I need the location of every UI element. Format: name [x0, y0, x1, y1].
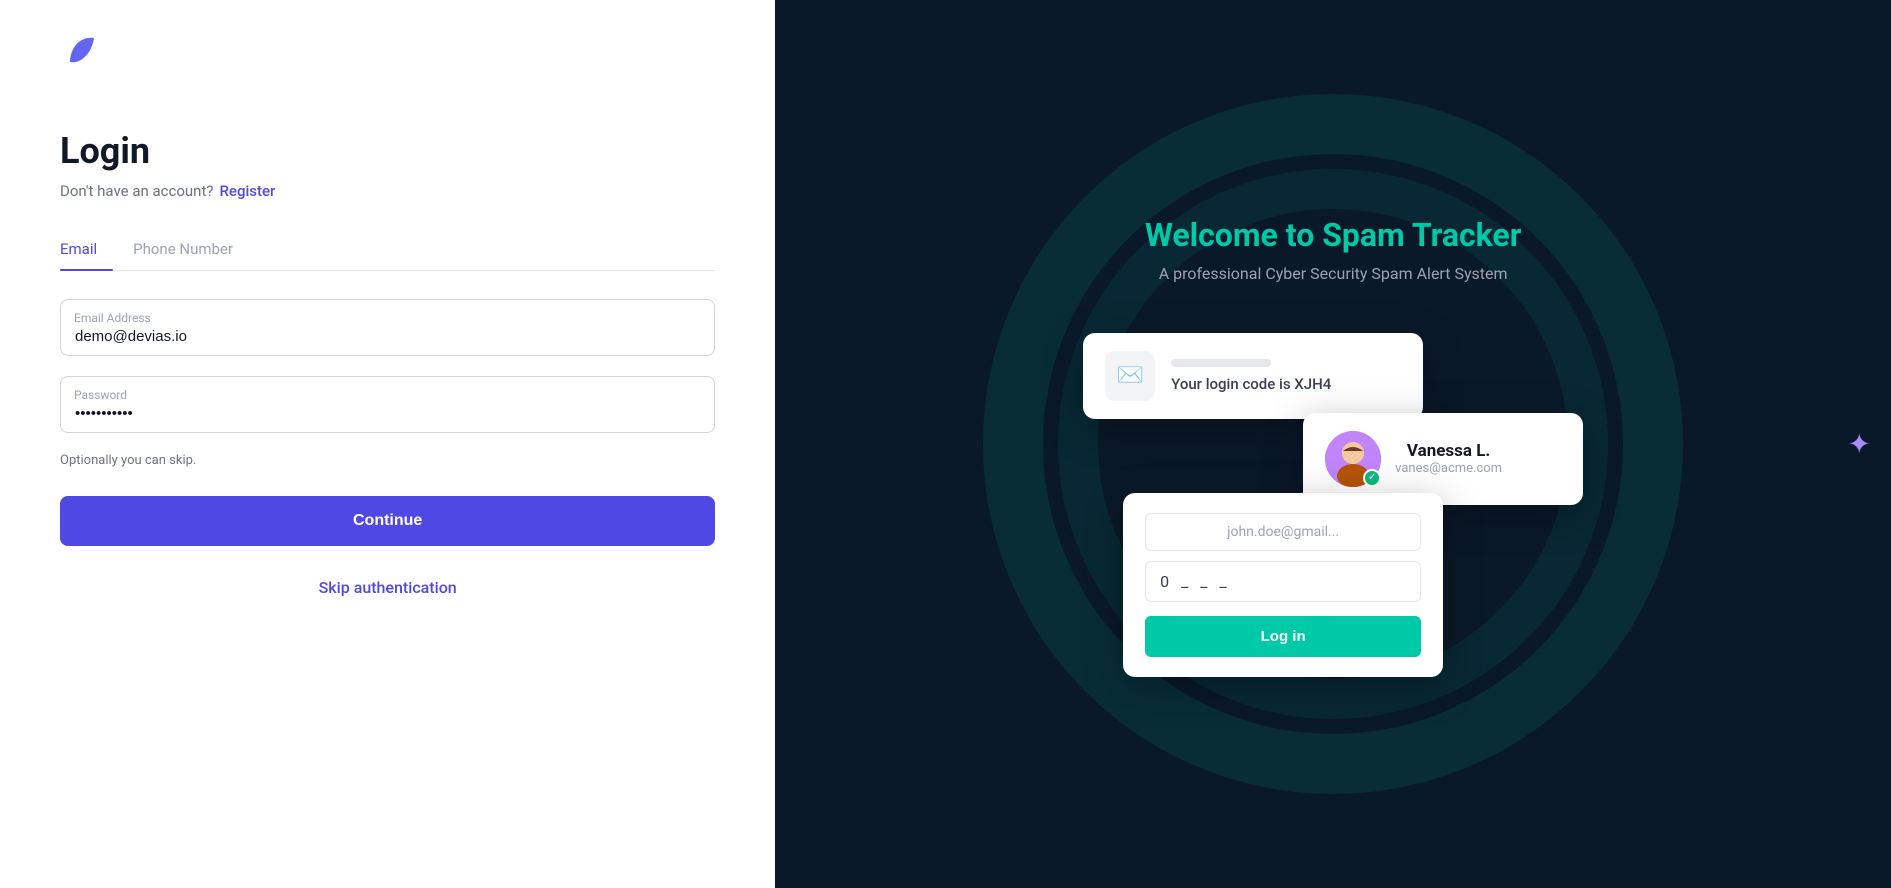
profile-card: ✓ Vanessa L. vanes@acme.com — [1303, 413, 1583, 505]
email-notification-card: ✉️ Your login code is XJH4 — [1083, 333, 1423, 419]
auth-tabs: Email Phone Number — [60, 232, 715, 271]
skip-authentication-link[interactable]: Skip authentication — [60, 578, 715, 597]
welcome-text-plain: Welcome to — [1145, 216, 1322, 254]
welcome-subtitle: A professional Cyber Security Spam Alert… — [1083, 264, 1583, 283]
login-form-card: john.doe@gmail... 0 _ _ _ Log in — [1123, 493, 1443, 677]
register-row: Don't have an account? Register — [60, 182, 715, 200]
profile-name: Vanessa L. — [1395, 441, 1502, 461]
continue-button[interactable]: Continue — [60, 496, 715, 546]
mini-otp-input: 0 _ _ _ — [1145, 561, 1421, 602]
email-field-group: Email Address — [60, 299, 715, 356]
ui-cards: ✉️ Your login code is XJH4 — [1083, 333, 1583, 653]
brand-name: Spam Tracker — [1322, 216, 1521, 254]
avatar-container: ✓ — [1325, 431, 1381, 487]
no-account-label: Don't have an account? — [60, 182, 213, 200]
app-logo — [60, 30, 100, 70]
tab-email[interactable]: Email — [60, 232, 113, 270]
welcome-title: Welcome to Spam Tracker — [1083, 216, 1583, 254]
otp-display: 0 _ _ _ — [1160, 572, 1231, 591]
mini-login-button[interactable]: Log in — [1145, 616, 1421, 657]
email-input[interactable] — [60, 299, 715, 356]
profile-info: Vanessa L. vanes@acme.com — [1395, 441, 1502, 476]
register-link[interactable]: Register — [219, 182, 275, 200]
page-title: Login — [60, 130, 715, 172]
email-notification-content: Your login code is XJH4 — [1171, 359, 1331, 393]
left-panel: Login Don't have an account? Register Em… — [0, 0, 775, 888]
right-content: Welcome to Spam Tracker A professional C… — [1083, 216, 1583, 673]
password-field-group: Password — [60, 376, 715, 433]
verified-badge: ✓ — [1363, 469, 1381, 487]
right-panel: Welcome to Spam Tracker A professional C… — [775, 0, 1891, 888]
email-notification-bar — [1171, 359, 1271, 367]
optional-text: Optionally you can skip. — [60, 453, 715, 468]
email-icon: ✉️ — [1105, 351, 1155, 401]
profile-email-text: vanes@acme.com — [1395, 461, 1502, 476]
password-input[interactable] — [60, 376, 715, 433]
tab-phone[interactable]: Phone Number — [133, 232, 249, 270]
login-code-text: Your login code is XJH4 — [1171, 375, 1331, 393]
sparkle-icon: ✦ — [1848, 428, 1871, 461]
mini-email-input: john.doe@gmail... — [1145, 513, 1421, 551]
